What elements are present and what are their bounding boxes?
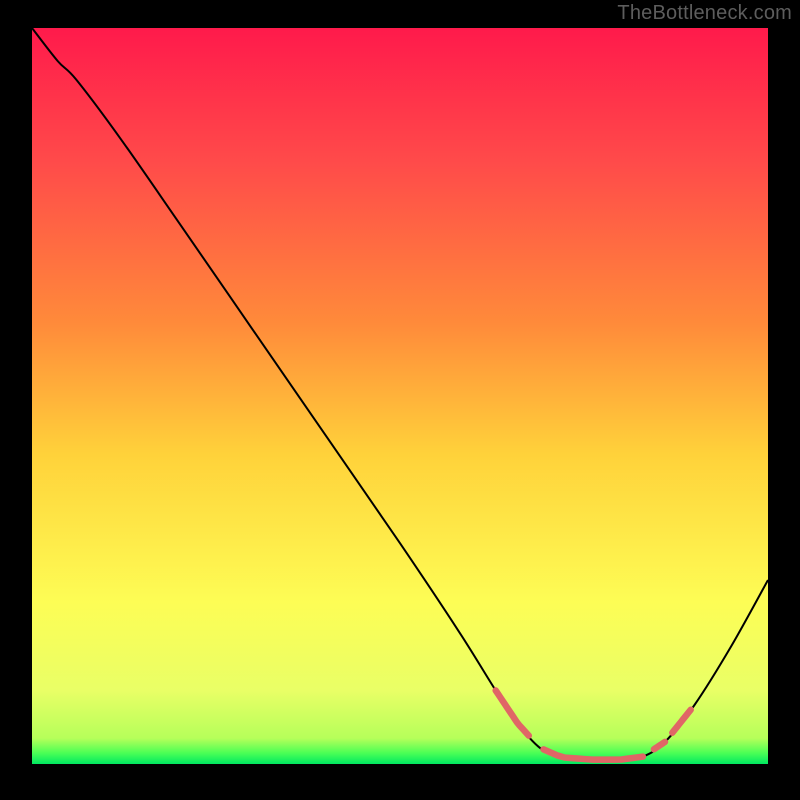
watermark-text: TheBottleneck.com: [617, 2, 792, 25]
chart-frame: TheBottleneck.com: [0, 0, 800, 800]
bottleneck-chart: [0, 0, 800, 800]
gradient-background: [32, 28, 768, 764]
